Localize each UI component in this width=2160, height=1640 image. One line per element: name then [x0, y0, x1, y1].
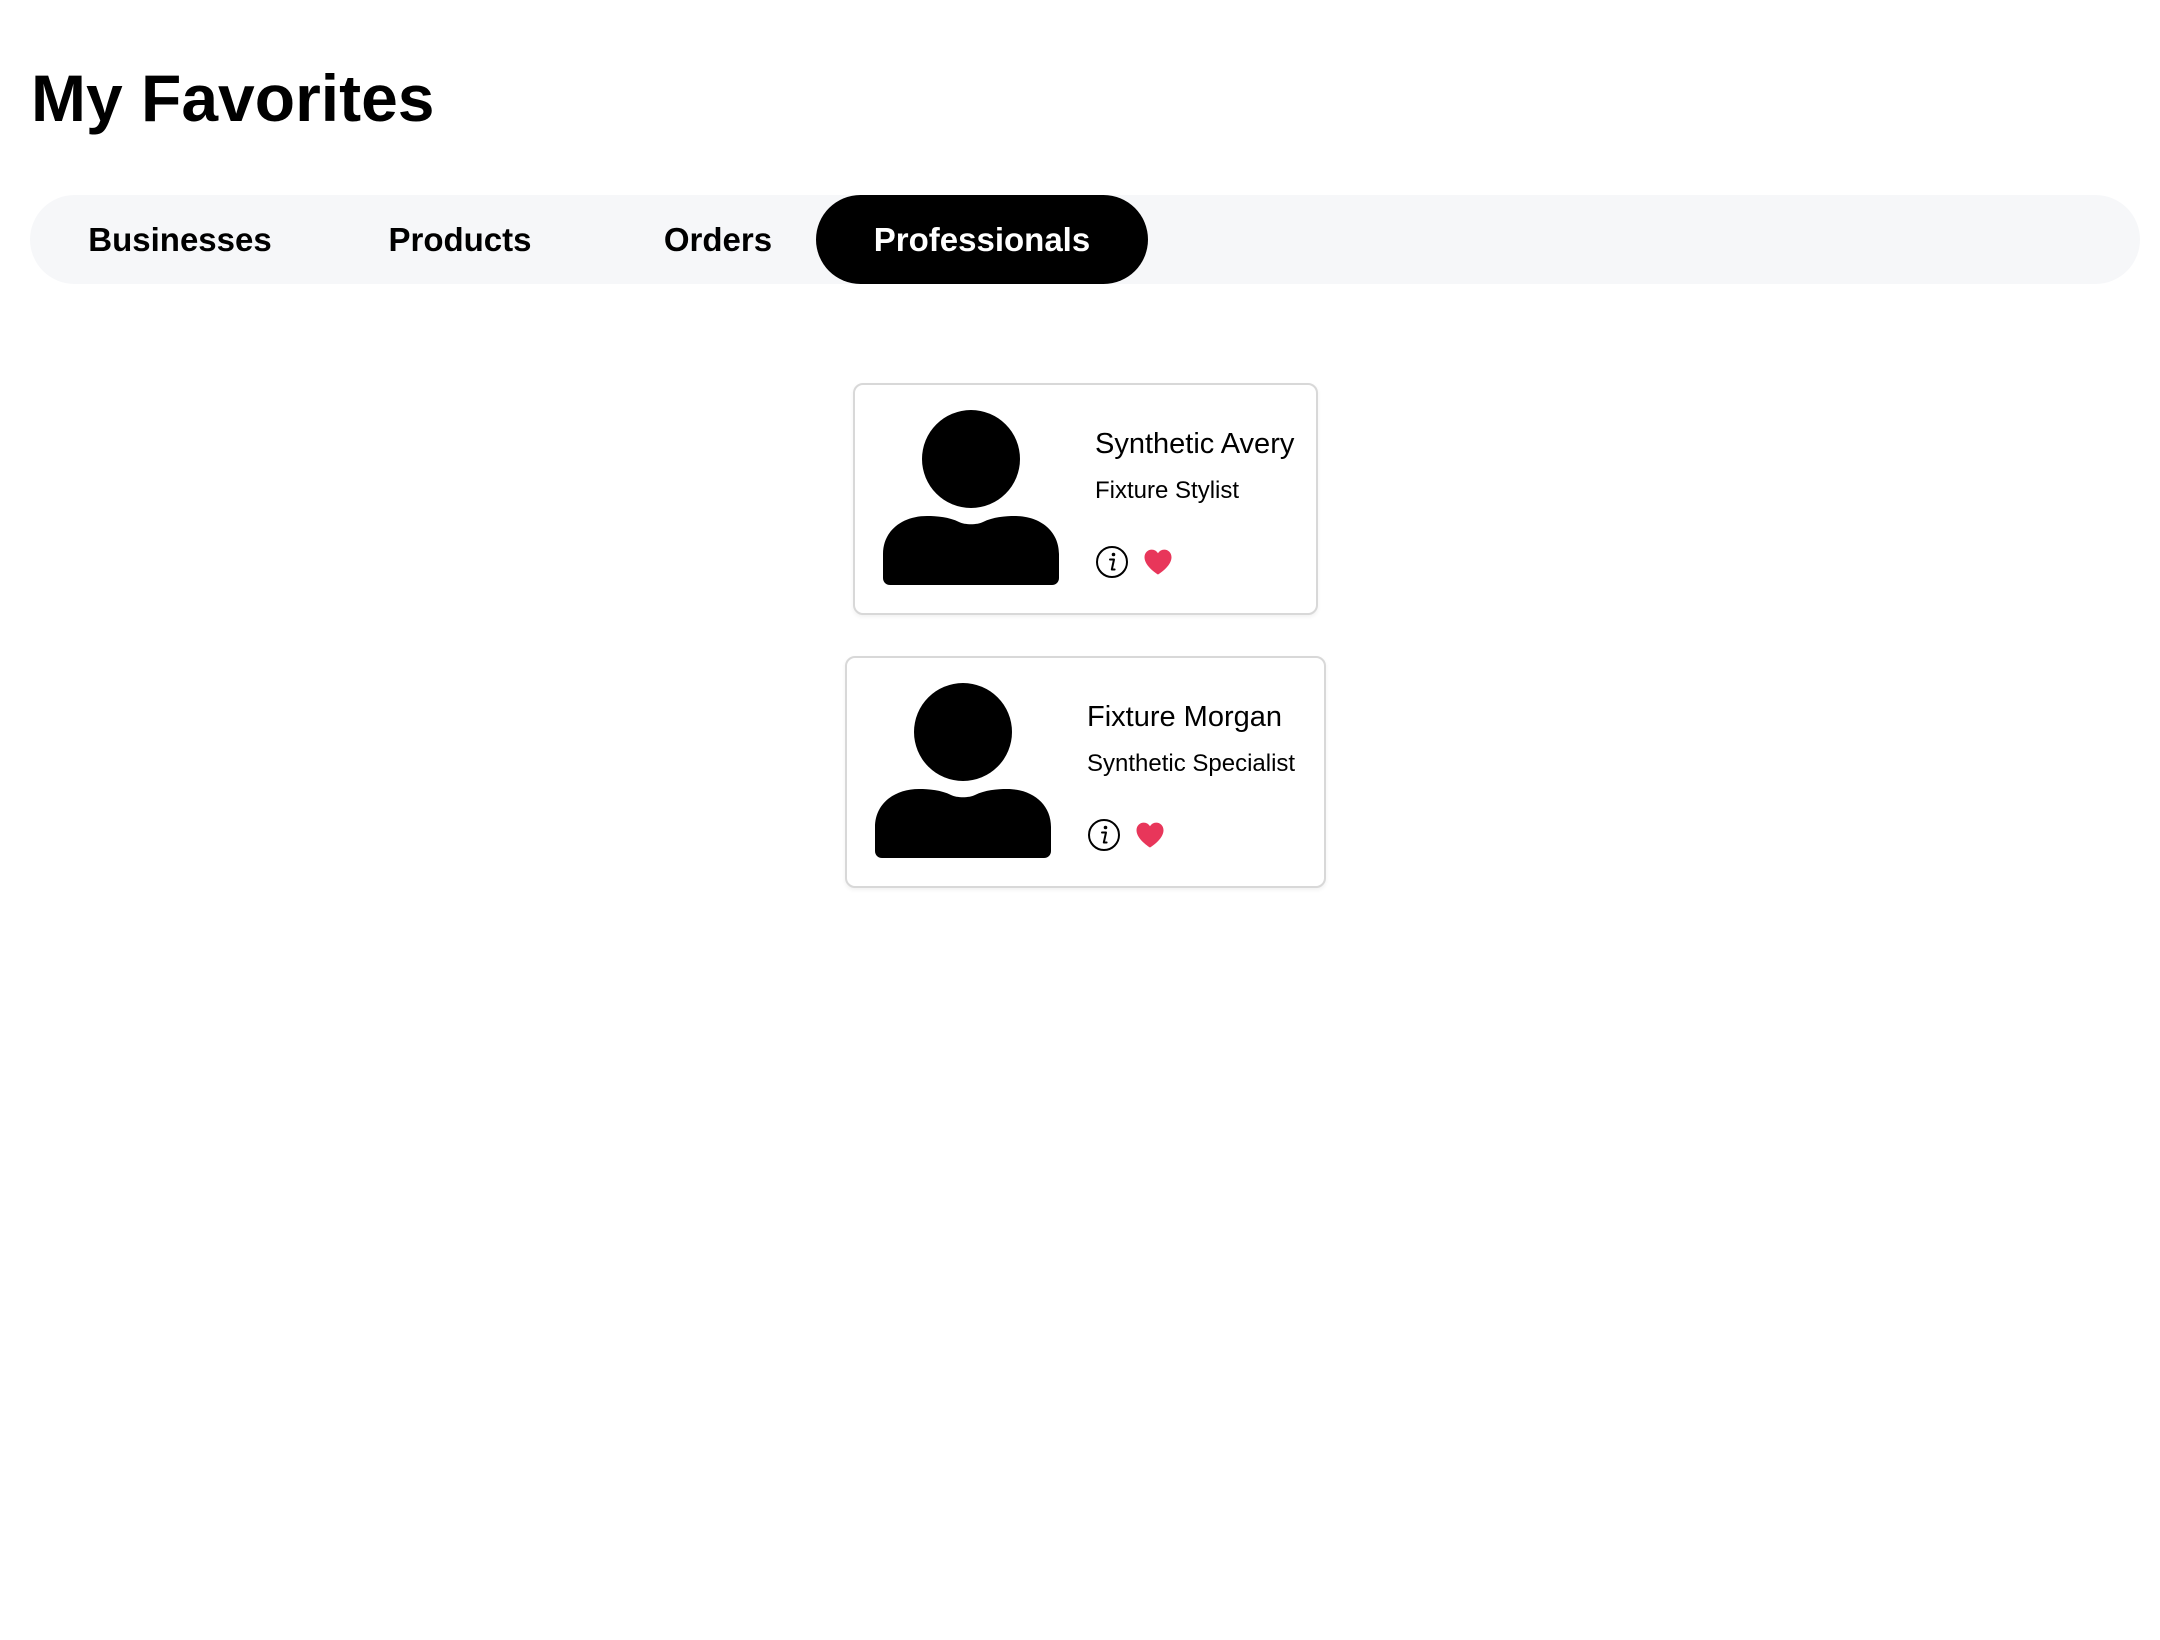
favorites-page: My Favorites Businesses Products Orders …	[0, 0, 2160, 1640]
tab-businesses[interactable]: Businesses	[30, 195, 330, 284]
professional-role: Fixture Stylist	[1095, 477, 1240, 504]
professional-card[interactable]: Fixture Morgan Synthetic Specialist	[845, 656, 1326, 888]
professional-card[interactable]: Synthetic Avery Fixture Stylist	[853, 383, 1318, 615]
tab-products[interactable]: Products	[330, 195, 590, 284]
professional-card-actions	[1087, 818, 1165, 852]
professional-details: Fixture Morgan Synthetic Specialist	[1087, 698, 1295, 780]
professional-card-actions	[1095, 545, 1173, 579]
professional-details: Synthetic Avery Fixture Stylist	[1095, 425, 1294, 507]
professional-role: Synthetic Specialist	[1087, 750, 1296, 777]
info-icon[interactable]	[1087, 818, 1121, 852]
page-title: My Favorites	[31, 61, 435, 135]
heart-icon[interactable]	[1135, 821, 1165, 849]
professional-name: Synthetic Avery	[1095, 428, 1295, 460]
professional-name: Fixture Morgan	[1087, 701, 1283, 733]
info-icon[interactable]	[1095, 545, 1129, 579]
tab-professionals[interactable]: Professionals	[816, 195, 1148, 284]
tab-orders[interactable]: Orders	[590, 195, 846, 284]
favorites-tab-bar: Businesses Products Orders Professionals	[30, 195, 2140, 284]
user-silhouette-icon	[875, 682, 1051, 858]
user-silhouette-icon	[883, 409, 1059, 585]
heart-icon[interactable]	[1143, 548, 1173, 576]
